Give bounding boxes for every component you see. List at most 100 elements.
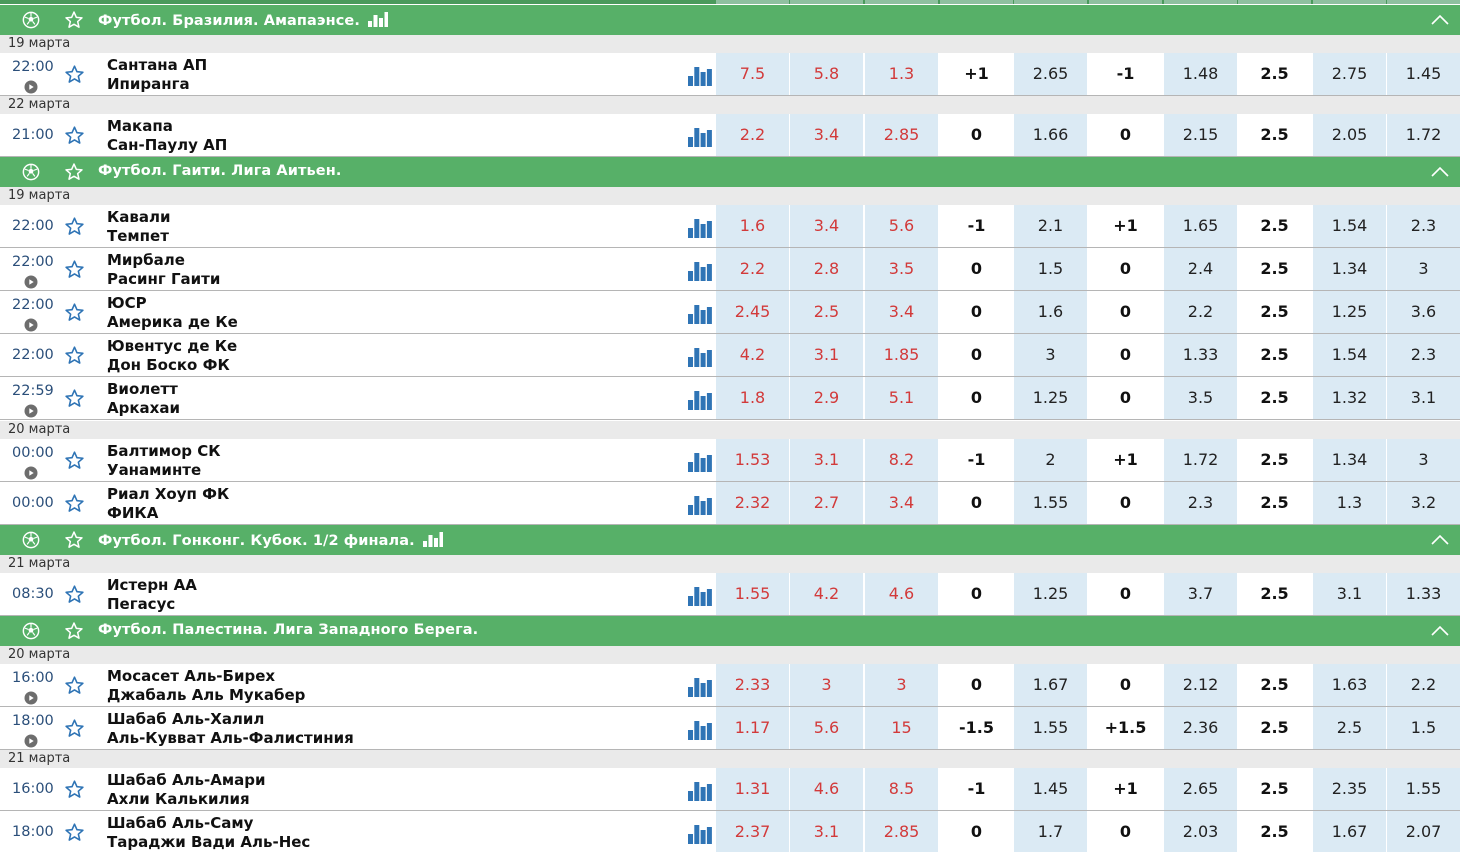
match-row[interactable]: 22:59 Виолетт Аркахаи 1.8 2.9 5.1 0 1.25 0 3.5 2.5…	[0, 377, 1460, 420]
odd-win2[interactable]: 3.4	[865, 291, 938, 333]
favorite-league-star-icon[interactable]	[64, 621, 84, 641]
league-header[interactable]: Футбол. Бразилия. Амапаэнсе.	[0, 5, 1460, 35]
match-stats-icon[interactable]	[688, 64, 712, 86]
away-team[interactable]: Джабаль Аль Мукабер	[107, 686, 305, 704]
odd-draw[interactable]: 3.4	[790, 205, 863, 247]
collapse-chevron-icon[interactable]	[1430, 622, 1450, 640]
match-stats-icon[interactable]	[688, 388, 712, 410]
favorite-match-star-icon[interactable]	[64, 675, 85, 696]
favorite-match-star-icon[interactable]	[64, 64, 85, 85]
match-row[interactable]: 18:00 Шабаб Аль-Халил Аль-Кувват Аль-Фалис…	[0, 707, 1460, 750]
odd-under[interactable]: 1.5	[1387, 707, 1460, 749]
odd-handicap1[interactable]: 2	[1014, 439, 1087, 481]
away-team[interactable]: Пегасус	[107, 595, 175, 613]
away-team[interactable]: Тараджи Вади Аль-Нес	[107, 833, 310, 851]
odd-win1[interactable]: 1.17	[716, 707, 789, 749]
odd-handicap2[interactable]: 2.15	[1164, 114, 1237, 156]
home-team[interactable]: Шабаб Аль-Халил	[107, 710, 264, 728]
odd-handicap1[interactable]: 1.5	[1014, 248, 1087, 290]
odd-over[interactable]: 2.5	[1313, 707, 1386, 749]
odd-under[interactable]: 3	[1387, 248, 1460, 290]
away-team[interactable]: Ахли Калькилия	[107, 790, 250, 808]
odd-win1[interactable]: 2.2	[716, 248, 789, 290]
favorite-match-star-icon[interactable]	[64, 450, 85, 471]
away-team[interactable]: Аль-Кувват Аль-Фалистиния	[107, 729, 354, 747]
odd-under[interactable]: 3.6	[1387, 291, 1460, 333]
match-stats-icon[interactable]	[688, 584, 712, 606]
odd-draw[interactable]: 3.1	[790, 811, 863, 852]
match-stats-icon[interactable]	[688, 450, 712, 472]
odd-draw[interactable]: 2.7	[790, 482, 863, 524]
odd-handicap2[interactable]: 2.4	[1164, 248, 1237, 290]
away-team[interactable]: Темпет	[107, 227, 169, 245]
favorite-match-star-icon[interactable]	[64, 259, 85, 280]
match-stats-icon[interactable]	[688, 125, 712, 147]
league-header[interactable]: Футбол. Палестина. Лига Западного Берега…	[0, 616, 1460, 646]
odd-under[interactable]: 2.3	[1387, 205, 1460, 247]
live-video-icon[interactable]	[24, 690, 38, 705]
odd-win1[interactable]: 1.6	[716, 205, 789, 247]
home-team[interactable]: Сантана АП	[107, 56, 207, 74]
odd-over[interactable]: 2.05	[1313, 114, 1386, 156]
odd-over[interactable]: 1.63	[1313, 664, 1386, 706]
odd-win1[interactable]: 2.2	[716, 114, 789, 156]
odd-win1[interactable]: 1.8	[716, 377, 789, 419]
odd-win2[interactable]: 3.5	[865, 248, 938, 290]
odd-handicap1[interactable]: 3	[1014, 334, 1087, 376]
odd-under[interactable]: 1.72	[1387, 114, 1460, 156]
match-row[interactable]: 21:00 Макапа Сан-Паулу АП 2.2 3.4 2.85 0 1.66 0 2…	[0, 114, 1460, 157]
odd-handicap1[interactable]: 1.25	[1014, 573, 1087, 615]
match-stats-icon[interactable]	[688, 302, 712, 324]
odd-over[interactable]: 1.67	[1313, 811, 1386, 852]
odd-under[interactable]: 3.2	[1387, 482, 1460, 524]
odd-handicap2[interactable]: 2.36	[1164, 707, 1237, 749]
odd-handicap2[interactable]: 2.03	[1164, 811, 1237, 852]
odd-handicap2[interactable]: 3.7	[1164, 573, 1237, 615]
collapse-chevron-icon[interactable]	[1430, 11, 1450, 29]
match-row[interactable]: 22:00 ЮСР Америка де Ке 2.45 2.5 3.4 0 1.6 0 2.2 2…	[0, 291, 1460, 334]
odd-draw[interactable]: 3	[790, 664, 863, 706]
match-row[interactable]: 00:00 Балтимор СК Уанаминте 1.53 3.1 8.2 -1 2 +1…	[0, 439, 1460, 482]
odd-under[interactable]: 1.33	[1387, 573, 1460, 615]
live-video-icon[interactable]	[24, 733, 38, 748]
odd-under[interactable]: 2.07	[1387, 811, 1460, 852]
odd-win2[interactable]: 1.3	[865, 53, 938, 95]
match-row[interactable]: 22:00 Ювентус де Ке Дон Боско ФК 4.2 3.1 1.85…	[0, 334, 1460, 377]
match-stats-icon[interactable]	[688, 259, 712, 281]
odd-handicap1[interactable]: 1.45	[1014, 768, 1087, 810]
odd-draw[interactable]: 3.1	[790, 334, 863, 376]
odd-win2[interactable]: 2.85	[865, 811, 938, 852]
league-title[interactable]: Футбол. Гонконг. Кубок. 1/2 финала.	[98, 531, 443, 549]
odd-win1[interactable]: 4.2	[716, 334, 789, 376]
favorite-match-star-icon[interactable]	[64, 216, 85, 237]
odd-over[interactable]: 1.54	[1313, 205, 1386, 247]
live-video-icon[interactable]	[24, 465, 38, 480]
favorite-league-star-icon[interactable]	[64, 10, 84, 30]
home-team[interactable]: Мосасет Аль-Бирех	[107, 667, 275, 685]
live-video-icon[interactable]	[24, 274, 38, 289]
odd-under[interactable]: 2.3	[1387, 334, 1460, 376]
odd-handicap1[interactable]: 1.55	[1014, 482, 1087, 524]
match-stats-icon[interactable]	[688, 493, 712, 515]
away-team[interactable]: Расинг Гаити	[107, 270, 220, 288]
home-team[interactable]: Риал Хоуп ФК	[107, 485, 229, 503]
odd-handicap1[interactable]: 1.67	[1014, 664, 1087, 706]
odd-over[interactable]: 1.25	[1313, 291, 1386, 333]
match-row[interactable]: 22:00 Кавали Темпет 1.6 3.4 5.6 -1 2.1 +1 1.65 2.5…	[0, 205, 1460, 248]
odd-win2[interactable]: 15	[865, 707, 938, 749]
favorite-match-star-icon[interactable]	[64, 584, 85, 605]
match-stats-icon[interactable]	[688, 216, 712, 238]
odd-handicap1[interactable]: 2.65	[1014, 53, 1087, 95]
odd-win1[interactable]: 1.31	[716, 768, 789, 810]
odd-draw[interactable]: 2.5	[790, 291, 863, 333]
odd-win2[interactable]: 4.6	[865, 573, 938, 615]
odd-under[interactable]: 3.1	[1387, 377, 1460, 419]
match-row[interactable]: 08:30 Истерн АА Пегасус 1.55 4.2 4.6 0 1.25 0 3.7…	[0, 573, 1460, 616]
match-stats-icon[interactable]	[688, 675, 712, 697]
odd-handicap2[interactable]: 3.5	[1164, 377, 1237, 419]
odd-win2[interactable]: 1.85	[865, 334, 938, 376]
league-title[interactable]: Футбол. Гаити. Лига Аитьен.	[98, 163, 341, 179]
odd-handicap1[interactable]: 1.25	[1014, 377, 1087, 419]
live-video-icon[interactable]	[24, 79, 38, 94]
match-row[interactable]: 22:00 Сантана АП Ипиранга 7.5 5.8 1.3 +1 2.65 -1…	[0, 53, 1460, 96]
